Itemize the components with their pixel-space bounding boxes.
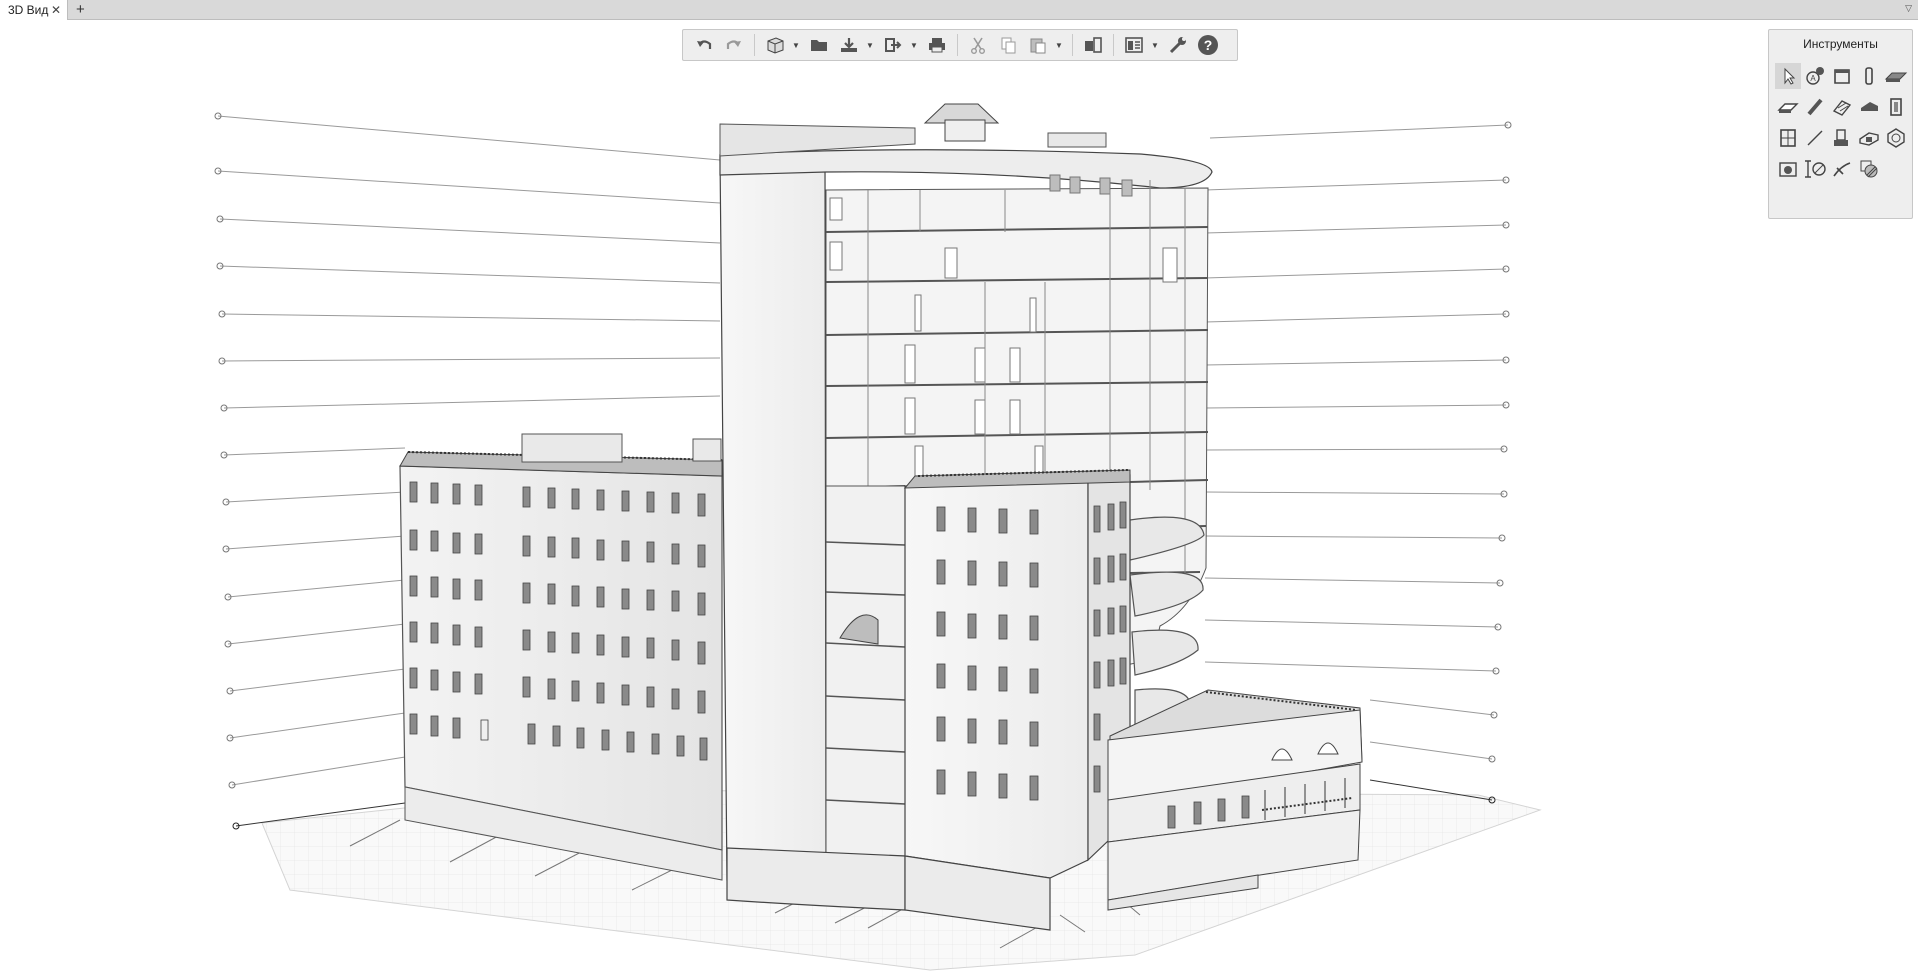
add-tab-button[interactable]: + [76,0,85,19]
camera-tool[interactable] [1774,153,1801,184]
view-cube-dropdown[interactable]: ▼ [790,32,802,58]
tab-label: 3D Вид [8,3,49,17]
open-button[interactable] [806,32,832,58]
undo-icon [697,40,712,49]
dimension-tool-icon [1804,159,1826,178]
properties-icon [1125,37,1143,53]
foundation-tool[interactable] [1828,122,1855,153]
paste-icon [1030,38,1046,54]
open-folder-icon [811,40,827,51]
line-tool-icon [1807,130,1822,145]
copy-button[interactable] [995,32,1021,58]
hatch-tool[interactable] [1855,153,1882,184]
undo-button[interactable] [691,32,717,58]
svg-text:?: ? [1204,37,1213,53]
layers-icon [1085,37,1102,53]
import-button[interactable] [836,32,862,58]
settings-wrench-icon [1169,37,1186,54]
roof-tool[interactable] [1855,91,1882,122]
paste-button[interactable] [1025,32,1051,58]
3d-model-canvas [214,103,1542,971]
slab-tool[interactable] [1882,60,1909,91]
toolbar-separator [1113,34,1114,56]
redo-icon [726,40,741,49]
help-icon: ? [1198,35,1218,55]
properties-dropdown[interactable]: ▼ [1149,32,1161,58]
import-icon [841,38,857,52]
export-button[interactable] [880,32,906,58]
panel-tool-icon [1833,68,1850,84]
properties-button[interactable] [1121,32,1147,58]
opening-tool[interactable] [1855,122,1882,153]
tabs-menu-icon[interactable]: ▽ [1905,3,1912,14]
panel-tool[interactable] [1828,60,1855,91]
view-cube-button[interactable] [762,32,788,58]
opening-tool-icon [1858,131,1879,146]
dimension-tool[interactable] [1801,153,1828,184]
roof-tool-icon [1860,101,1878,111]
tab-3d-view[interactable]: 3D Вид ✕ [0,0,68,20]
toolbar-separator [957,34,958,56]
window-tool-icon [1779,128,1796,147]
tab-bar: 3D Вид ✕ + ▽ [0,0,1918,20]
beam-tool-icon [1776,102,1799,113]
copy-icon [1001,37,1016,54]
level-markers-right [1488,121,1512,804]
column-tool[interactable] [1855,60,1882,91]
paste-dropdown[interactable]: ▼ [1053,32,1065,58]
level-markers-left [214,112,240,830]
main-toolbar: ▼ ▼ ▼ ▼ ▼ ? [682,29,1238,61]
close-icon[interactable]: ✕ [51,0,61,20]
help-button[interactable]: ? [1195,32,1221,58]
stair-tool[interactable] [1828,91,1855,122]
annotation-tool-icon: A [1805,66,1824,85]
select-tool-icon [1774,62,1801,89]
stair-tool-icon [1832,99,1851,116]
export-dropdown[interactable]: ▼ [908,32,920,58]
view-cube-icon [767,37,784,54]
tools-grid: A [1774,60,1909,184]
svg-text:A: A [1810,74,1816,83]
redo-button[interactable] [721,32,747,58]
foundation-tool-icon [1833,128,1848,146]
object-tool[interactable] [1882,122,1909,153]
column-tool-icon [1864,66,1873,85]
annotation-tool[interactable]: A [1801,60,1828,91]
section-line-tool-icon [1832,161,1850,176]
select-tool[interactable] [1774,60,1801,91]
brace-tool-icon [1806,98,1823,115]
cut-icon [971,37,985,54]
cut-button[interactable] [965,32,991,58]
door-tool-icon [1889,97,1902,116]
tools-panel-title: Инструменты [1803,37,1878,51]
line-tool[interactable] [1801,122,1828,153]
import-dropdown[interactable]: ▼ [864,32,876,58]
object-tool-icon [1886,127,1905,148]
window-tool[interactable] [1774,122,1801,153]
section-line-tool[interactable] [1828,153,1855,184]
hatch-tool-icon [1860,160,1877,177]
slab-tool-icon [1884,72,1907,82]
print-button[interactable] [924,32,950,58]
toolbar-separator [754,34,755,56]
settings-button[interactable] [1165,32,1191,58]
toolbar-separator [1072,34,1073,56]
layers-button[interactable] [1080,32,1106,58]
beam-tool[interactable] [1774,91,1801,122]
3d-viewport[interactable] [0,20,1918,976]
brace-tool[interactable] [1801,91,1828,122]
tools-panel: Инструменты A [1768,29,1913,219]
export-icon [885,38,902,52]
door-tool[interactable] [1882,91,1909,122]
print-icon [929,38,945,53]
camera-tool-icon [1778,161,1797,177]
